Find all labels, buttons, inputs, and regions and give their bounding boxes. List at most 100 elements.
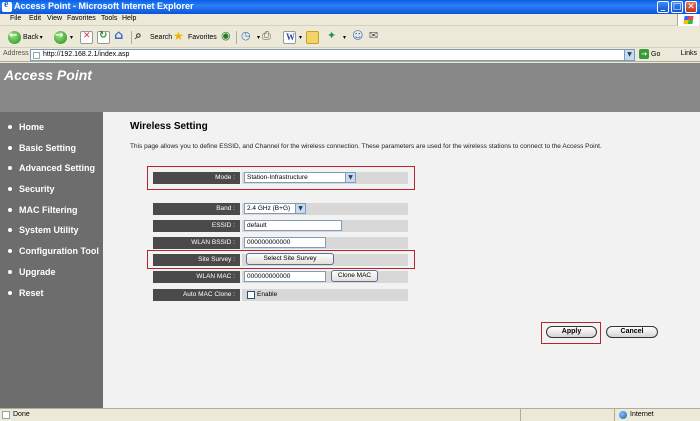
menu-edit[interactable]: Edit xyxy=(29,15,41,22)
ie-logo-icon xyxy=(2,0,12,12)
page-title: Wireless Setting xyxy=(130,121,208,132)
home-button[interactable] xyxy=(114,28,129,45)
maximize-button[interactable]: □ xyxy=(671,1,683,13)
zone-label: Internet xyxy=(630,411,654,418)
sidebar-item-label: MAC Filtering xyxy=(19,205,78,215)
apply-button[interactable]: Apply xyxy=(546,326,597,338)
status-cells xyxy=(520,409,614,421)
bullet-icon xyxy=(8,124,12,129)
sidebar-item-basic-setting[interactable]: Basic Setting xyxy=(8,143,76,153)
back-button[interactable]: Back ▾ xyxy=(8,30,43,45)
toolbar-separator xyxy=(131,31,132,44)
search-icon xyxy=(135,28,148,44)
bullet-icon xyxy=(8,186,12,191)
band-select[interactable]: 2.4 GHz (B+G) ▼ xyxy=(244,203,306,214)
toolbar: Back ▾ ▾ Search Favorites ▾ ▾ xyxy=(0,27,700,48)
research-dropdown-icon: ▾ xyxy=(343,34,347,41)
menu-favorites[interactable]: Favorites xyxy=(67,15,96,22)
go-button[interactable]: → Go xyxy=(639,49,660,59)
stop-button[interactable] xyxy=(80,30,95,45)
history-dropdown-icon: ▾ xyxy=(257,34,261,41)
sidebar-item-system-utility[interactable]: System Utility xyxy=(8,225,79,235)
sidebar-item-label: Home xyxy=(19,122,45,132)
history-button[interactable]: ▾ xyxy=(241,29,261,45)
sidebar-item-mac-filtering[interactable]: MAC Filtering xyxy=(8,205,78,215)
wlan-mac-label: WLAN MAC : xyxy=(153,271,240,283)
forward-dropdown-icon: ▾ xyxy=(70,34,74,41)
bullet-icon xyxy=(8,269,12,274)
research-button[interactable]: ▾ xyxy=(327,29,347,45)
page-done-icon xyxy=(2,411,10,419)
band-select-value: 2.4 GHz (B+G) xyxy=(247,205,291,212)
window-title: Access Point - Microsoft Internet Explor… xyxy=(14,1,194,11)
mode-select-value: Station-Infrastructure xyxy=(247,174,308,181)
wlan-mac-input[interactable]: 000000000000 xyxy=(244,271,326,282)
links-button[interactable]: Links xyxy=(681,50,697,57)
media-icon xyxy=(221,29,234,44)
menu-help[interactable]: Help xyxy=(122,15,136,22)
sidebar-item-label: Upgrade xyxy=(19,267,56,277)
sidebar-item-label: System Utility xyxy=(19,225,79,235)
edit-button[interactable]: ▾ xyxy=(283,30,302,45)
messenger-icon xyxy=(352,29,365,44)
refresh-button[interactable] xyxy=(97,30,112,45)
web-page: Access Point Home Basic Setting Advanced… xyxy=(0,63,700,408)
address-dropdown-icon[interactable]: ▼ xyxy=(624,50,634,60)
enable-checkbox[interactable] xyxy=(247,291,255,299)
address-input[interactable]: http://192.168.2.1/index.asp ▼ xyxy=(30,49,635,61)
forward-arrow-icon xyxy=(54,30,67,44)
sidebar-item-security[interactable]: Security xyxy=(8,184,55,194)
back-dropdown-icon: ▾ xyxy=(39,34,43,41)
history-icon xyxy=(241,29,254,44)
globe-icon xyxy=(619,411,627,419)
messenger-button[interactable] xyxy=(352,29,367,45)
menu-file[interactable]: File xyxy=(10,15,21,22)
home-icon xyxy=(114,28,127,44)
chevron-down-icon: ▼ xyxy=(345,173,355,182)
sidebar-item-reset[interactable]: Reset xyxy=(8,288,44,298)
wlan-bssid-input[interactable]: 000000000000 xyxy=(244,237,326,248)
printer-icon xyxy=(262,29,275,44)
word-icon xyxy=(283,31,296,44)
select-site-survey-button[interactable]: Select Site Survey xyxy=(246,253,334,265)
star-icon xyxy=(173,29,186,44)
cancel-button[interactable]: Cancel xyxy=(606,326,658,338)
back-label: Back xyxy=(23,34,39,41)
sidebar-item-home[interactable]: Home xyxy=(8,122,44,132)
mail-button[interactable] xyxy=(369,29,384,45)
bullet-icon xyxy=(8,207,12,212)
close-button[interactable]: ✕ xyxy=(685,1,697,13)
status-bar: Done Internet xyxy=(0,408,700,421)
print-button[interactable] xyxy=(262,29,277,45)
mail-icon xyxy=(369,29,382,44)
edit-dropdown-icon: ▾ xyxy=(299,34,303,41)
sidebar-item-advanced-setting[interactable]: Advanced Setting xyxy=(8,163,95,173)
sidebar-item-label: Security xyxy=(19,184,55,194)
auto-mac-clone-label: Auto MAC Clone : xyxy=(153,289,240,301)
folder-button[interactable] xyxy=(306,30,321,45)
clone-mac-button[interactable]: Clone MAC xyxy=(331,270,378,282)
sidebar-item-upgrade[interactable]: Upgrade xyxy=(8,267,56,277)
mode-select[interactable]: Station-Infrastructure ▼ xyxy=(244,172,356,183)
essid-input[interactable]: default xyxy=(244,220,342,231)
favorites-button[interactable]: Favorites xyxy=(173,29,217,45)
mode-label: Mode : xyxy=(153,172,240,184)
media-button[interactable] xyxy=(221,29,236,45)
address-bar: Address http://192.168.2.1/index.asp ▼ →… xyxy=(0,48,700,62)
site-survey-label: Site Survey : xyxy=(153,254,240,266)
back-arrow-icon xyxy=(8,30,21,44)
bullet-icon xyxy=(8,290,12,295)
sidebar-item-label: Reset xyxy=(19,288,44,298)
page-banner: Access Point xyxy=(0,63,700,112)
forward-button[interactable]: ▾ xyxy=(54,30,73,45)
enable-label: Enable xyxy=(257,291,278,298)
search-button[interactable]: Search xyxy=(135,28,172,45)
title-bar: Access Point - Microsoft Internet Explor… xyxy=(0,0,700,14)
minimize-button[interactable]: _ xyxy=(657,1,669,13)
sidebar-item-configuration-tool[interactable]: Configuration Tool xyxy=(8,246,99,256)
band-label: Band : xyxy=(153,203,240,215)
menu-view[interactable]: View xyxy=(47,15,62,22)
browser-window: Access Point - Microsoft Internet Explor… xyxy=(0,0,700,421)
bullet-icon xyxy=(8,145,12,150)
menu-tools[interactable]: Tools xyxy=(101,15,117,22)
